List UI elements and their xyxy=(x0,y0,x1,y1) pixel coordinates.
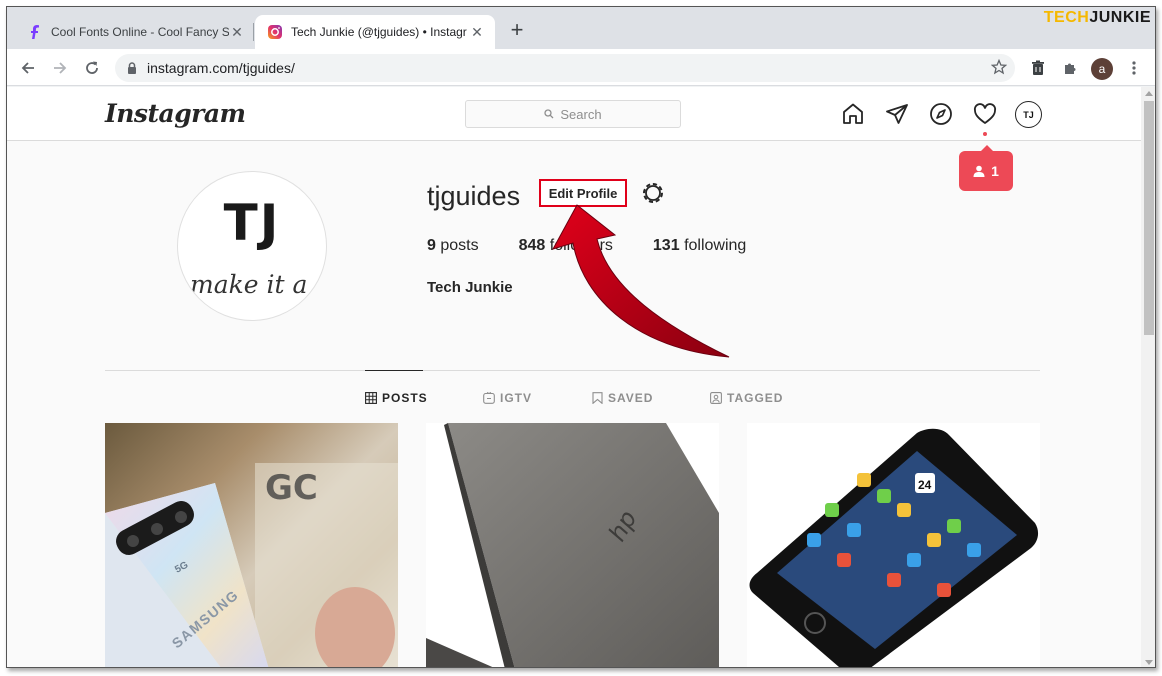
avatar-initials: TJ xyxy=(223,194,281,252)
bookmark-star-icon[interactable] xyxy=(990,58,1008,80)
trash-icon xyxy=(1032,60,1044,75)
more-vertical-icon xyxy=(1132,61,1136,75)
browser-tab-strip: Cool Fonts Online - Cool Fancy St ✕ Tech… xyxy=(7,7,1155,49)
page-scrollbar[interactable] xyxy=(1141,87,1155,667)
tab-title: Tech Junkie (@tjguides) • Instagr xyxy=(291,25,467,39)
tab-title: Cool Fonts Online - Cool Fancy St xyxy=(51,25,229,39)
browser-tab-cool-fonts[interactable]: Cool Fonts Online - Cool Fancy St ✕ xyxy=(15,15,255,49)
tab-posts[interactable]: POSTS xyxy=(365,391,428,405)
profile-username: tjguides xyxy=(427,181,521,211)
puzzle-icon xyxy=(1065,63,1076,74)
follower-notification-bubble[interactable]: 1 xyxy=(959,145,1013,191)
scroll-up-arrow-icon[interactable] xyxy=(1145,91,1153,96)
browser-profile-avatar[interactable]: a xyxy=(1091,58,1113,80)
close-tab-icon[interactable]: ✕ xyxy=(229,24,245,41)
close-tab-icon[interactable]: ✕ xyxy=(469,24,485,41)
reload-icon xyxy=(86,61,98,74)
extensions-button[interactable] xyxy=(1057,55,1083,81)
home-icon[interactable] xyxy=(839,100,867,128)
page-viewport: Instagram Search TJ 1 TJ make it a tjgui… xyxy=(7,87,1141,667)
bookmark-icon xyxy=(592,392,603,404)
browser-menu-button[interactable] xyxy=(1121,55,1147,81)
tab-igtv[interactable]: IGTV xyxy=(483,391,532,405)
grid-icon xyxy=(365,392,377,404)
explore-compass-icon[interactable] xyxy=(927,100,955,128)
samsung-phone-image: 5G SAMSUNG GC xyxy=(105,463,398,667)
reload-button[interactable] xyxy=(79,55,105,81)
tab-saved[interactable]: SAVED xyxy=(592,391,653,405)
profile-divider xyxy=(105,370,1040,371)
active-tab-indicator xyxy=(365,370,423,371)
tab-separator xyxy=(253,23,254,41)
instagram-logo[interactable]: Instagram xyxy=(105,99,246,128)
profile-full-name: Tech Junkie xyxy=(427,279,513,296)
hp-laptop-image: hp xyxy=(426,423,719,667)
search-placeholder: Search xyxy=(560,106,602,122)
new-tab-button[interactable]: + xyxy=(505,19,529,43)
forward-button[interactable] xyxy=(47,55,73,81)
svg-text:GC: GC xyxy=(265,468,318,508)
screenshot-frame: Cool Fonts Online - Cool Fancy St ✕ Tech… xyxy=(6,6,1156,668)
instagram-favicon-icon xyxy=(267,24,283,40)
back-arrow-icon xyxy=(21,62,34,74)
post-thumbnail-samsung-phone[interactable]: 5G SAMSUNG GC xyxy=(105,423,398,667)
profile-avatar[interactable]: TJ make it a xyxy=(177,171,327,321)
notification-dot xyxy=(983,132,987,136)
back-button[interactable] xyxy=(15,55,41,81)
direct-messages-icon[interactable] xyxy=(883,100,911,128)
notification-count: 1 xyxy=(991,163,999,179)
instagram-header: Instagram Search TJ xyxy=(7,87,1141,141)
svg-text:24: 24 xyxy=(918,478,932,492)
tab-tagged[interactable]: TAGGED xyxy=(710,391,783,405)
url-text: instagram.com/tjguides/ xyxy=(147,60,295,76)
person-icon xyxy=(973,165,985,177)
cool-fonts-favicon-icon xyxy=(27,24,43,40)
posts-stat[interactable]: 9 posts xyxy=(427,237,479,255)
search-input[interactable]: Search xyxy=(465,100,681,128)
post-thumbnail-iphone[interactable]: 24 xyxy=(747,423,1040,667)
iphone-image: 24 xyxy=(749,428,1039,667)
activity-heart-icon[interactable] xyxy=(971,100,999,128)
search-icon xyxy=(544,109,554,119)
browser-toolbar: instagram.com/tjguides/ a xyxy=(7,49,1155,86)
address-bar[interactable]: instagram.com/tjguides/ xyxy=(115,54,1015,82)
post-thumbnail-hp-laptop[interactable]: hp xyxy=(426,423,719,667)
scrollbar-thumb[interactable] xyxy=(1144,101,1154,335)
forward-arrow-icon xyxy=(54,62,67,74)
annotation-arrow-icon xyxy=(551,204,730,358)
delete-extension-button[interactable] xyxy=(1025,55,1051,81)
scroll-down-arrow-icon[interactable] xyxy=(1145,660,1153,665)
browser-tab-instagram[interactable]: Tech Junkie (@tjguides) • Instagr ✕ xyxy=(255,15,495,49)
igtv-icon xyxy=(483,392,495,404)
nav-profile-avatar[interactable]: TJ xyxy=(1015,101,1042,128)
tagged-icon xyxy=(710,392,722,404)
lock-icon xyxy=(128,62,136,74)
techjunkie-watermark-logo: TECHJUNKIE xyxy=(1043,9,1151,26)
avatar-tagline: make it a xyxy=(190,270,308,299)
